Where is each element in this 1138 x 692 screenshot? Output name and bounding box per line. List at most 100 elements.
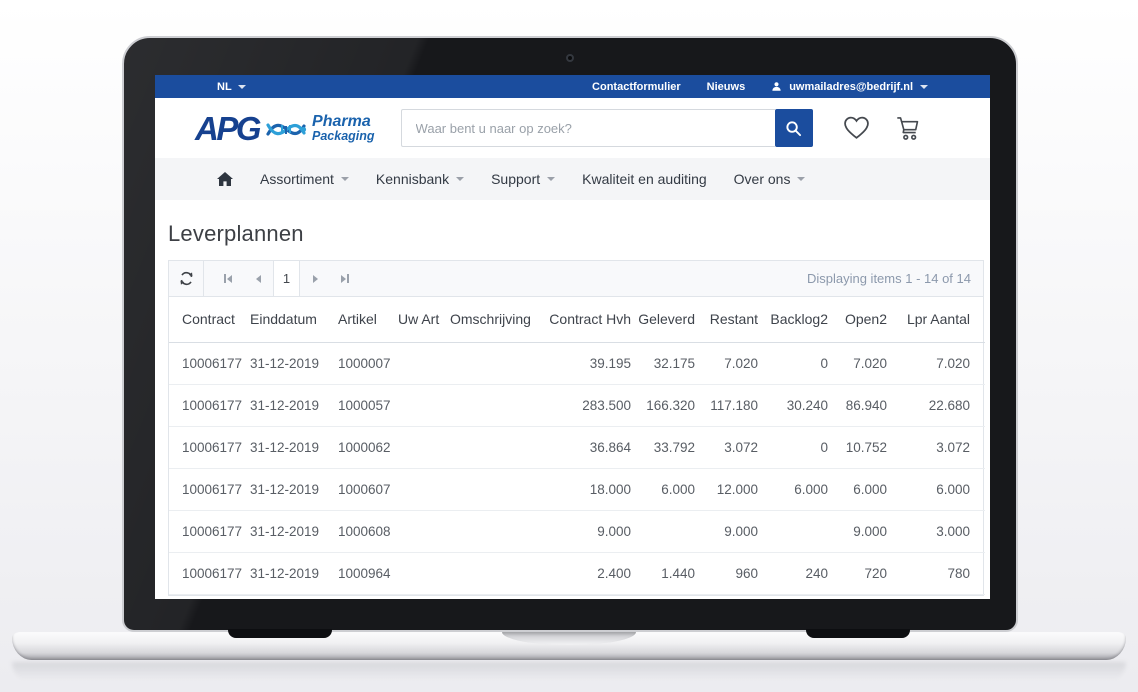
- cell-geleverd: 33.792: [631, 426, 695, 468]
- account-email: uwmailadres@bedrijf.nl: [789, 81, 913, 93]
- cell-backlog2: 30.240: [758, 384, 828, 426]
- browser-viewport: NL Contactformulier Nieuws uwmailadres@b…: [155, 75, 990, 599]
- nav-item-support[interactable]: Support: [491, 171, 555, 187]
- cell-backlog2: 0: [758, 426, 828, 468]
- heart-icon: [843, 116, 870, 140]
- cell-uw-art: [391, 552, 443, 594]
- cell-contract: 10006177: [169, 426, 243, 468]
- nav-item-over-ons[interactable]: Over ons: [734, 171, 806, 187]
- column-header-einddatum[interactable]: Einddatum: [243, 297, 331, 342]
- table-row[interactable]: 1000617731-12-201910009642.4001.44096024…: [169, 552, 985, 594]
- language-label: NL: [217, 81, 232, 93]
- nav-item-label: Assortiment: [260, 171, 334, 187]
- logo-apg-text: APG: [195, 112, 259, 145]
- cell-geleverd: 32.175: [631, 342, 695, 384]
- cell-omschrijving: [443, 552, 541, 594]
- search-button[interactable]: [775, 109, 813, 147]
- cell-contract: 10006177: [169, 384, 243, 426]
- column-header-contract-hvh[interactable]: Contract Hvh: [541, 297, 631, 342]
- chevron-down-icon: [238, 85, 246, 89]
- cell-artikel: 1000057: [331, 384, 391, 426]
- topbar: NL Contactformulier Nieuws uwmailadres@b…: [155, 75, 990, 98]
- cell-geleverd: 6.000: [631, 468, 695, 510]
- chevron-down-icon: [456, 177, 464, 181]
- cell-uw-art: [391, 426, 443, 468]
- leverplannen-table: ContractEinddatumArtikelUw ArtOmschrijvi…: [169, 297, 985, 595]
- cell-contract: 10006177: [169, 510, 243, 552]
- cell-contract-hvh: 18.000: [541, 468, 631, 510]
- cell-open2: 10.752: [828, 426, 887, 468]
- cell-lpr-aantal: 3.000: [887, 510, 985, 552]
- logo[interactable]: APG Pharma Packaging: [195, 112, 375, 145]
- language-selector[interactable]: NL: [217, 81, 246, 93]
- cell-geleverd: 166.320: [631, 384, 695, 426]
- cell-uw-art: [391, 342, 443, 384]
- table-body: 1000617731-12-2019100000739.19532.1757.0…: [169, 342, 985, 594]
- account-menu[interactable]: uwmailadres@bedrijf.nl: [771, 81, 928, 93]
- cell-omschrijving: [443, 510, 541, 552]
- table-row[interactable]: 1000617731-12-20191000057283.500166.3201…: [169, 384, 985, 426]
- search-bar: [401, 109, 813, 147]
- nav-item-assortiment[interactable]: Assortiment: [260, 171, 349, 187]
- cell-contract-hvh: 39.195: [541, 342, 631, 384]
- search-input[interactable]: [401, 109, 775, 147]
- refresh-icon: [179, 271, 194, 286]
- first-page-button[interactable]: [213, 261, 243, 296]
- topbar-link-contactformulier[interactable]: Contactformulier: [592, 81, 681, 93]
- column-header-uw-art[interactable]: Uw Art: [391, 297, 443, 342]
- prev-page-icon: [256, 275, 261, 283]
- cell-open2: 720: [828, 552, 887, 594]
- nav-item-label: Kwaliteit en auditing: [582, 171, 707, 187]
- nav-item-kwaliteit-en-auditing[interactable]: Kwaliteit en auditing: [582, 171, 707, 187]
- cart-button[interactable]: [896, 116, 922, 141]
- column-header-omschrijving[interactable]: Omschrijving: [443, 297, 541, 342]
- home-icon: [217, 172, 233, 186]
- cell-restant: 9.000: [695, 510, 758, 552]
- logo-tagline-top: Pharma: [312, 113, 375, 130]
- last-page-button[interactable]: [330, 261, 360, 296]
- cart-icon: [896, 116, 922, 141]
- cell-lpr-aantal: 3.072: [887, 426, 985, 468]
- cell-artikel: 1000007: [331, 342, 391, 384]
- pager: 1: [213, 261, 360, 296]
- current-page-indicator[interactable]: 1: [273, 261, 300, 296]
- masthead: APG Pharma Packaging: [155, 98, 990, 158]
- cell-restant: 960: [695, 552, 758, 594]
- cell-backlog2: 6.000: [758, 468, 828, 510]
- wishlist-button[interactable]: [843, 116, 870, 140]
- cell-einddatum: 31-12-2019: [243, 426, 331, 468]
- prev-page-button[interactable]: [243, 261, 273, 296]
- cell-omschrijving: [443, 426, 541, 468]
- topbar-link-nieuws[interactable]: Nieuws: [707, 81, 746, 93]
- column-header-geleverd[interactable]: Geleverd: [631, 297, 695, 342]
- table-row[interactable]: 1000617731-12-2019100006236.86433.7923.0…: [169, 426, 985, 468]
- cell-restant: 3.072: [695, 426, 758, 468]
- cell-open2: 86.940: [828, 384, 887, 426]
- next-page-button[interactable]: [300, 261, 330, 296]
- table-row[interactable]: 1000617731-12-2019100060718.0006.00012.0…: [169, 468, 985, 510]
- nav-item-label: Over ons: [734, 171, 791, 187]
- column-header-artikel[interactable]: Artikel: [331, 297, 391, 342]
- cell-restant: 7.020: [695, 342, 758, 384]
- cell-einddatum: 31-12-2019: [243, 510, 331, 552]
- nav-item-kennisbank[interactable]: Kennisbank: [376, 171, 464, 187]
- column-header-open2[interactable]: Open2: [828, 297, 887, 342]
- cell-contract: 10006177: [169, 342, 243, 384]
- cell-open2: 9.000: [828, 510, 887, 552]
- grid-toolbar: 1 Displaying items 1 - 14 of 14: [169, 261, 983, 297]
- first-page-icon: [224, 274, 226, 283]
- refresh-button[interactable]: [169, 261, 204, 296]
- search-icon: [785, 120, 802, 137]
- column-header-contract[interactable]: Contract: [169, 297, 243, 342]
- cell-uw-art: [391, 468, 443, 510]
- cell-artikel: 1000062: [331, 426, 391, 468]
- table-row[interactable]: 1000617731-12-2019100000739.19532.1757.0…: [169, 342, 985, 384]
- table-row[interactable]: 1000617731-12-201910006089.0009.0009.000…: [169, 510, 985, 552]
- column-header-restant[interactable]: Restant: [695, 297, 758, 342]
- cell-contract-hvh: 2.400: [541, 552, 631, 594]
- chevron-down-icon: [920, 85, 928, 89]
- nav-home-button[interactable]: [217, 172, 233, 186]
- column-header-backlog2[interactable]: Backlog2: [758, 297, 828, 342]
- column-header-lpr-aantal[interactable]: Lpr Aantal: [887, 297, 985, 342]
- cell-backlog2: 240: [758, 552, 828, 594]
